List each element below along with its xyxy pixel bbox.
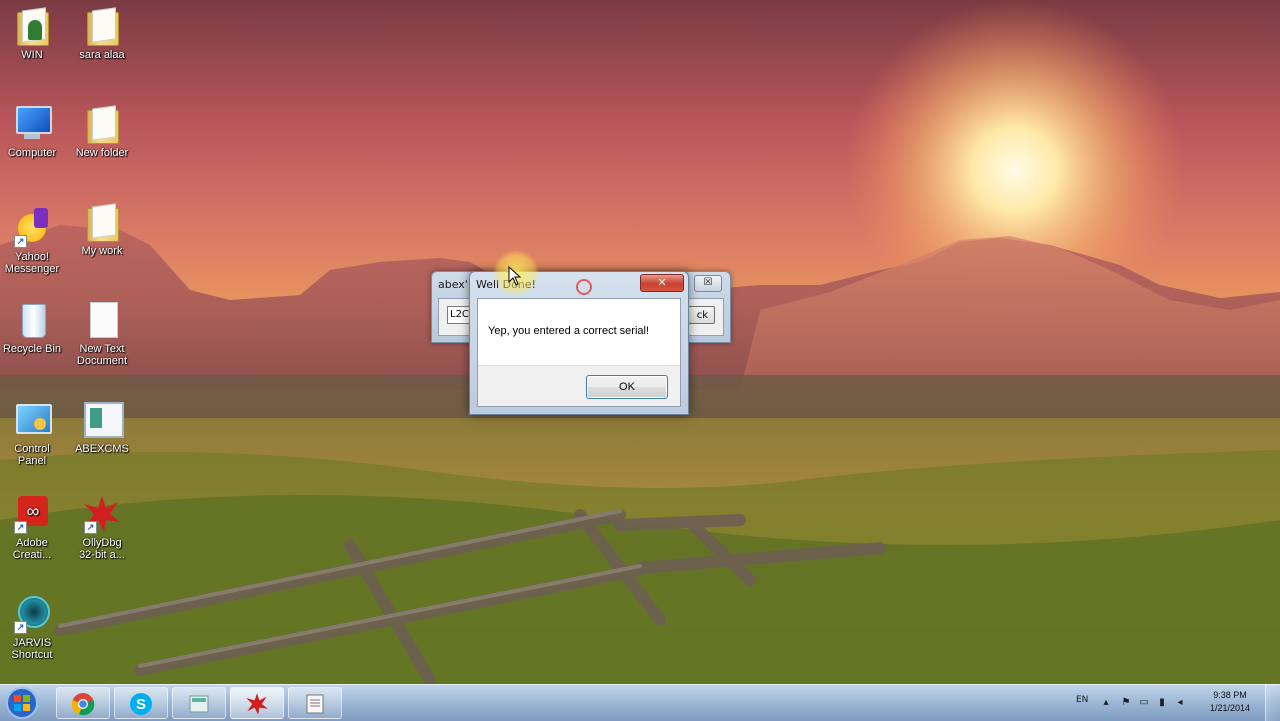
desktop-icon-sara-alaa[interactable]: sara alaa (70, 6, 134, 61)
yahoo-messenger-icon: ↗ (12, 208, 52, 248)
volume-icon[interactable]: ◂ (1174, 697, 1186, 709)
network-icon[interactable]: ▮ (1156, 697, 1168, 709)
abex-close-button[interactable]: ☒ (694, 275, 722, 292)
control-panel-icon (12, 400, 52, 440)
message-box-body: Yep, you entered a correct serial! OK (477, 298, 681, 407)
message-box-footer: OK (478, 365, 680, 406)
computer-icon (12, 104, 52, 144)
taskbar-notepad-button[interactable] (288, 687, 342, 719)
taskbar-files-button[interactable] (172, 687, 226, 719)
language-indicator[interactable]: EN (1076, 695, 1088, 705)
taskbar-chrome-button[interactable] (56, 687, 110, 719)
desktop-icon-win[interactable]: WIN (0, 6, 64, 61)
shortcut-arrow-icon: ↗ (84, 521, 97, 534)
files-icon (189, 695, 209, 713)
battery-icon[interactable]: ▭ (1138, 697, 1150, 709)
folder-icon (87, 208, 119, 242)
text-document-icon (82, 300, 122, 340)
shortcut-arrow-icon: ↗ (14, 621, 27, 634)
flag-icon[interactable]: ⚑ (1120, 697, 1132, 709)
desktop-icon-ollydbg[interactable]: ↗ OllyDbg 32-bit a... (70, 494, 134, 561)
ollydbg-icon: ↗ (82, 494, 122, 534)
folder-icon (87, 110, 119, 144)
skype-icon: S (130, 693, 152, 715)
taskbar-skype-button[interactable]: S (114, 687, 168, 719)
system-tray: EN ▴ ⚑ ▭ ▮ ◂ 9:38 PM 1/21/2014 (1070, 685, 1280, 721)
desktop-icon-new-text-document[interactable]: New Text Document (70, 300, 134, 367)
desktop-icon-computer[interactable]: Computer (0, 104, 64, 159)
recycle-bin-icon (12, 300, 52, 340)
shortcut-arrow-icon: ↗ (14, 521, 27, 534)
clock-date: 1/21/2014 (1209, 703, 1250, 713)
loading-ring-icon (576, 279, 592, 295)
notepad-icon (306, 694, 324, 714)
adobe-creative-cloud-icon: ∞ ↗ (12, 494, 52, 534)
message-box-close-button[interactable]: ✕ (640, 274, 684, 292)
desktop-icon-yahoo-messenger[interactable]: ↗ Yahoo! Messenger (0, 208, 64, 275)
desktop-icon-abexcms[interactable]: ABEXCMS (70, 400, 134, 455)
show-hidden-icons-icon[interactable]: ▴ (1100, 697, 1112, 709)
mouse-cursor-icon (508, 266, 522, 286)
desktop-icon-recycle-bin[interactable]: Recycle Bin (0, 300, 64, 355)
show-desktop-button[interactable] (1265, 685, 1280, 721)
jarvis-icon: ↗ (12, 594, 52, 634)
svg-text:S: S (136, 696, 146, 713)
clock[interactable]: 9:38 PM 1/21/2014 (1210, 689, 1250, 715)
ok-button[interactable]: OK (586, 375, 668, 399)
desktop-icon-new-folder[interactable]: New folder (70, 104, 134, 159)
taskbar-ollydbg-button[interactable] (230, 687, 284, 719)
shortcut-arrow-icon: ↗ (14, 235, 27, 248)
chrome-icon (71, 693, 95, 716)
folder-icon (87, 12, 119, 46)
desktop-icon-adobe-creative-cloud[interactable]: ∞ ↗ Adobe Creati... (0, 494, 64, 561)
desktop-icon-jarvis[interactable]: ↗ JARVIS Shortcut (0, 594, 64, 661)
abex-window-title: abex' (438, 278, 468, 291)
desktop-icon-my-work[interactable]: My work (70, 202, 134, 257)
message-text: Yep, you entered a correct serial! (488, 325, 650, 337)
clock-time: 9:38 PM (1213, 690, 1247, 700)
desktop-icon-control-panel[interactable]: Control Panel (0, 400, 64, 467)
taskbar: S EN ▴ ⚑ ▭ ▮ ◂ 9:38 PM 1/21/2014 (0, 684, 1280, 721)
start-button[interactable] (2, 686, 42, 720)
ollydbg-icon (246, 693, 268, 715)
application-icon (82, 400, 124, 440)
desktop: WIN Computer ↗ Yahoo! Messenger Recycle … (0, 0, 1280, 684)
